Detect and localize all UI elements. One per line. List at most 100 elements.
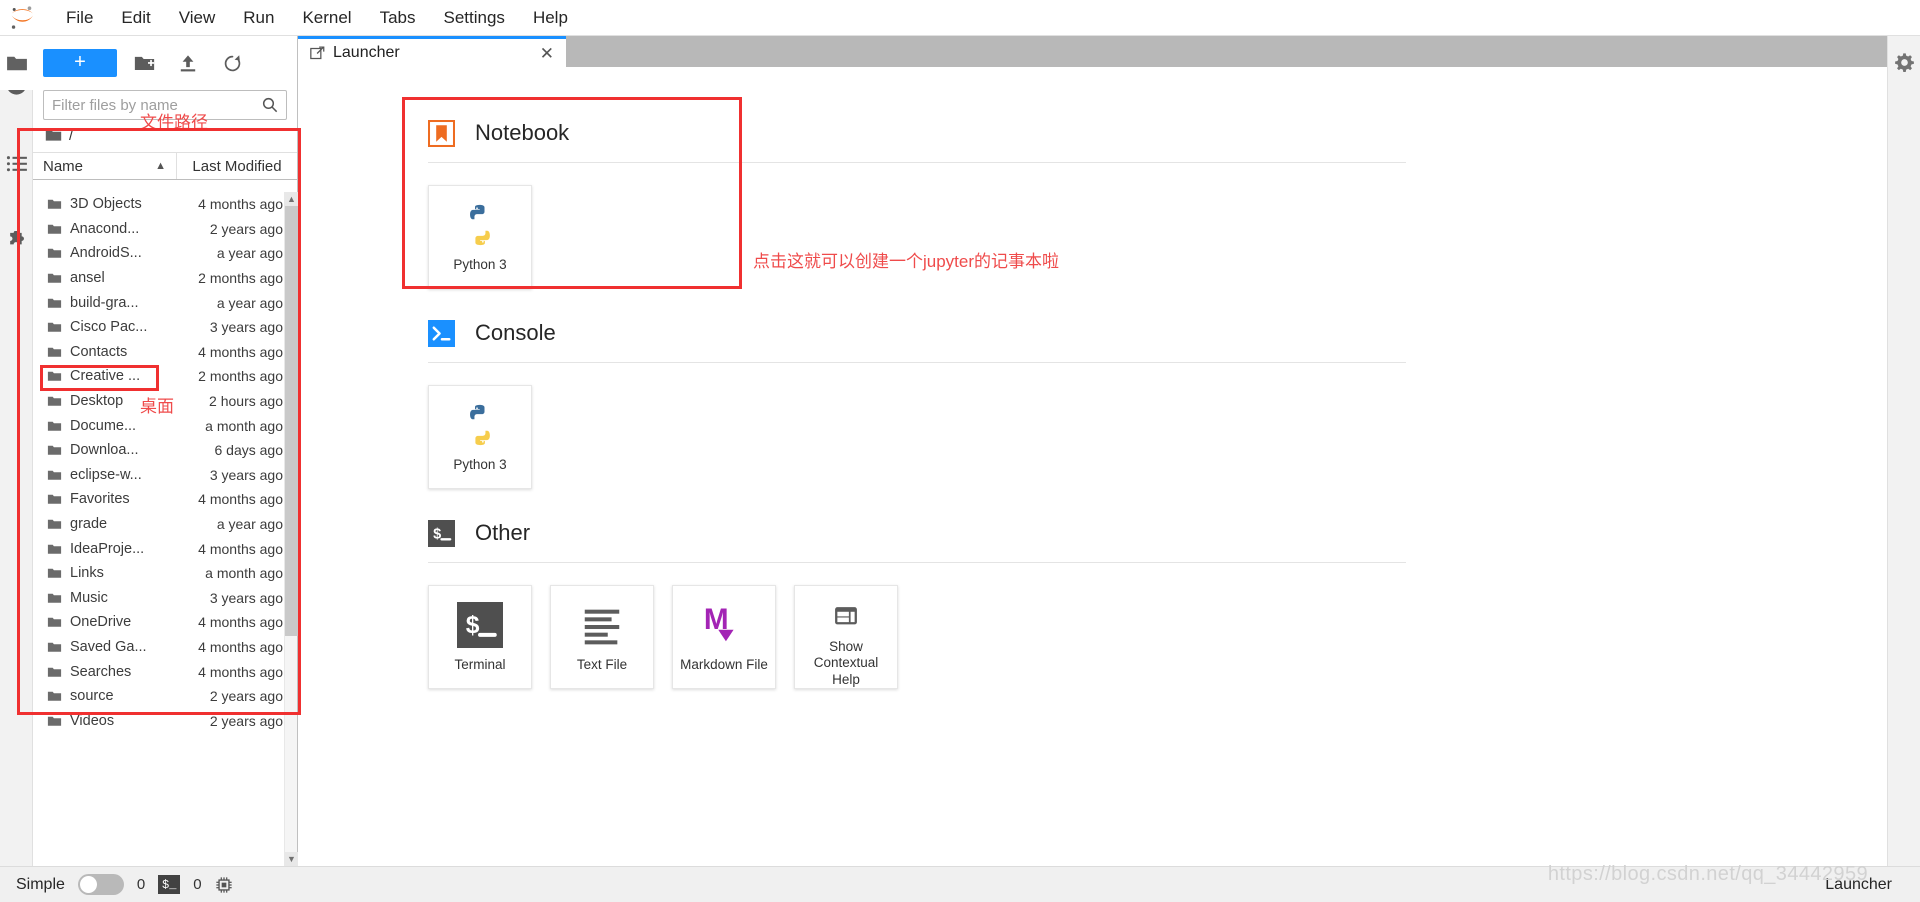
- file-list-scrollbar[interactable]: ▲ ▼: [284, 192, 298, 866]
- table-row[interactable]: Desktop 2 hours ago: [33, 389, 297, 414]
- table-row[interactable]: Cisco Pac... 3 years ago: [33, 315, 297, 340]
- launcher-card[interactable]: Text File: [550, 585, 654, 689]
- menu-bar: File Edit View Run Kernel Tabs Settings …: [0, 0, 1920, 36]
- file-list-header: Name ▲ Last Modified: [33, 152, 297, 180]
- simple-mode-toggle[interactable]: [77, 874, 124, 895]
- menu-item-edit[interactable]: Edit: [107, 2, 164, 34]
- column-header-name[interactable]: Name ▲: [33, 153, 177, 179]
- menu-item-list: File Edit View Run Kernel Tabs Settings …: [52, 2, 582, 34]
- menu-item-run[interactable]: Run: [229, 2, 288, 34]
- table-row[interactable]: IdeaProje... 4 months ago: [33, 536, 297, 561]
- scroll-down-icon[interactable]: ▼: [285, 852, 298, 866]
- table-row[interactable]: Contacts 4 months ago: [33, 340, 297, 365]
- file-modified: 2 hours ago: [209, 393, 283, 410]
- file-name: Cisco Pac...: [70, 319, 148, 336]
- file-name: 3D Objects: [70, 196, 142, 213]
- new-launcher-button[interactable]: +: [43, 49, 117, 77]
- cpu-icon[interactable]: [215, 876, 233, 894]
- column-header-last-modified[interactable]: Last Modified: [177, 153, 297, 179]
- table-row[interactable]: 3D Objects 4 months ago: [33, 192, 297, 217]
- text-file-icon: [584, 609, 620, 645]
- sidebar-item-commands[interactable]: [0, 136, 33, 192]
- svg-text:$: $: [433, 527, 442, 543]
- search-input[interactable]: [52, 96, 262, 114]
- table-row[interactable]: OneDrive 4 months ago: [33, 610, 297, 635]
- table-row[interactable]: Creative ... 2 months ago: [33, 364, 297, 389]
- menu-item-tabs[interactable]: Tabs: [366, 2, 430, 34]
- jupyter-logo-icon: [0, 0, 44, 36]
- file-list[interactable]: 3D Objects 4 months ago Anacond... 2 yea…: [33, 192, 297, 866]
- launcher-card-list: $ Terminal Text File M Markdown File Sho…: [428, 563, 1887, 689]
- table-row[interactable]: Searches 4 months ago: [33, 659, 297, 684]
- menu-item-kernel[interactable]: Kernel: [288, 2, 365, 34]
- refresh-button[interactable]: [215, 49, 249, 77]
- right-sidebar-rail: [1887, 36, 1920, 902]
- file-modified: 4 months ago: [198, 540, 283, 557]
- launcher-card-label: Terminal: [454, 657, 506, 672]
- python-icon: [470, 204, 490, 246]
- table-row[interactable]: eclipse-w... 3 years ago: [33, 463, 297, 488]
- folder-icon: [47, 569, 62, 579]
- folder-icon: [47, 470, 62, 480]
- upload-button[interactable]: [171, 49, 205, 77]
- file-name: Searches: [70, 663, 132, 680]
- table-row[interactable]: build-gra... a year ago: [33, 290, 297, 315]
- folder-icon: [47, 323, 62, 333]
- new-folder-button[interactable]: [127, 49, 161, 77]
- table-row[interactable]: Anacond... 2 years ago: [33, 217, 297, 242]
- menu-item-file[interactable]: File: [52, 2, 107, 34]
- file-name: Videos: [70, 712, 115, 729]
- scrollbar-thumb[interactable]: [285, 206, 298, 636]
- file-modified: a month ago: [205, 417, 283, 434]
- menu-item-settings[interactable]: Settings: [430, 2, 519, 34]
- table-row[interactable]: grade a year ago: [33, 512, 297, 537]
- tab-close-icon[interactable]: ✕: [540, 45, 554, 62]
- sidebar-item-property-inspector[interactable]: [1888, 46, 1920, 78]
- launcher-card[interactable]: $ Terminal: [428, 585, 532, 689]
- launcher-card[interactable]: Python 3: [428, 185, 532, 289]
- tab-launcher-label: Launcher: [333, 44, 400, 61]
- tab-launcher[interactable]: Launcher ✕: [298, 36, 566, 67]
- folder-icon: [47, 421, 62, 431]
- launcher-section-title: Notebook: [475, 120, 570, 145]
- table-row[interactable]: Downloa... 6 days ago: [33, 438, 297, 463]
- file-modified: 3 years ago: [209, 589, 283, 606]
- scroll-up-icon[interactable]: ▲: [285, 192, 298, 206]
- launcher-card[interactable]: M Markdown File: [672, 585, 776, 689]
- sidebar-item-extensions[interactable]: [0, 214, 33, 270]
- breadcrumb[interactable]: /: [33, 120, 297, 150]
- file-name: Downloa...: [70, 442, 139, 459]
- file-modified: 2 years ago: [209, 688, 283, 705]
- table-row[interactable]: ansel 2 months ago: [33, 266, 297, 291]
- table-row[interactable]: AndroidS... a year ago: [33, 241, 297, 266]
- table-row[interactable]: Docume... a month ago: [33, 413, 297, 438]
- table-row[interactable]: Videos 2 years ago: [33, 708, 297, 733]
- menu-item-help[interactable]: Help: [519, 2, 582, 34]
- sidebar-item-file-browser[interactable]: [0, 36, 33, 90]
- file-modified: 3 years ago: [209, 319, 283, 336]
- table-row[interactable]: Music 3 years ago: [33, 586, 297, 611]
- launcher-card[interactable]: Show Contextual Help: [794, 585, 898, 689]
- file-name: Music: [70, 589, 108, 606]
- file-name: IdeaProje...: [70, 540, 145, 557]
- folder-icon: [47, 716, 62, 726]
- table-row[interactable]: Saved Ga... 4 months ago: [33, 635, 297, 660]
- table-row[interactable]: Favorites 4 months ago: [33, 487, 297, 512]
- table-row[interactable]: source 2 years ago: [33, 684, 297, 709]
- file-name: Desktop: [70, 393, 124, 410]
- kernel-count: 0: [136, 876, 146, 893]
- table-row[interactable]: Links a month ago: [33, 561, 297, 586]
- terminal-status-icon[interactable]: $_: [158, 875, 181, 894]
- file-name: build-gra...: [70, 294, 139, 311]
- file-filter-box[interactable]: [43, 90, 287, 120]
- upload-icon: [180, 54, 196, 71]
- folder-icon: [45, 130, 62, 141]
- folder-icon: [47, 544, 62, 554]
- file-name: Docume...: [70, 417, 137, 434]
- launcher-card[interactable]: Python 3: [428, 385, 532, 489]
- file-modified: 4 months ago: [198, 614, 283, 631]
- launcher-card-label: Markdown File: [680, 657, 768, 672]
- file-name: source: [70, 688, 114, 705]
- launcher-card-label: Python 3: [453, 257, 507, 272]
- menu-item-view[interactable]: View: [165, 2, 230, 34]
